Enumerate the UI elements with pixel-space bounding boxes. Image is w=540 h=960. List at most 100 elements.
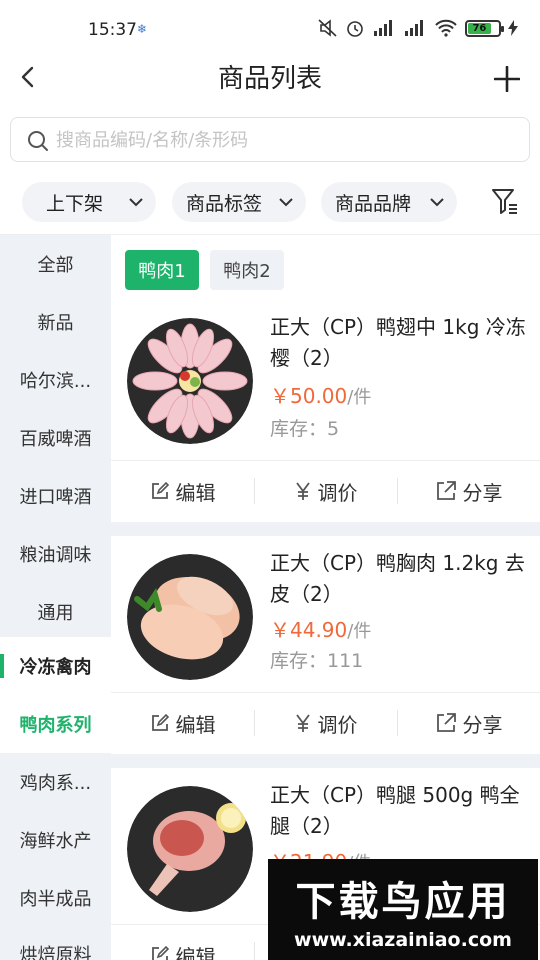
card-separator — [111, 754, 540, 768]
sidebar-item-label: 烘焙原料 — [19, 945, 92, 960]
sidebar-item-seafood[interactable]: 海鲜水产 — [0, 811, 111, 869]
sidebar-item-label: 鸭肉系列 — [19, 715, 92, 736]
sidebar-item-general[interactable]: 通用 — [0, 583, 111, 641]
watermark: 下载鸟应用 www.xiazainiao.com — [268, 859, 538, 960]
divider — [254, 710, 255, 736]
search-icon — [28, 131, 48, 151]
sidebar-item-harbin[interactable]: 哈尔滨... — [0, 351, 111, 409]
sidebar-item-new[interactable]: 新品 — [0, 293, 111, 351]
alarm-icon — [347, 21, 363, 37]
signal-2-icon — [405, 20, 423, 36]
filter-product-tag-label: 商品标签 — [186, 192, 263, 215]
share-button[interactable]: 分享 — [397, 693, 540, 753]
notification-gear-icon: ❄ — [137, 22, 148, 36]
status-bar: 15:37 ❄ 76 — [0, 0, 540, 56]
edit-icon — [151, 713, 169, 731]
product-actions: 编辑 调价 分享 — [111, 461, 540, 521]
product-actions: 编辑 调价 分享 — [111, 693, 540, 753]
product-image — [127, 554, 253, 680]
battery-level: 76 — [468, 22, 491, 34]
sidebar-item-label: 全部 — [37, 255, 74, 276]
price-unit: /件 — [347, 387, 372, 408]
price-unit: /件 — [347, 621, 372, 642]
filter-product-tag[interactable]: 商品标签 — [172, 182, 306, 222]
price-value: ￥44.90 — [270, 618, 348, 642]
page-title: 商品列表 — [217, 64, 322, 94]
sidebar-item-label: 百威啤酒 — [19, 429, 92, 450]
filter-icon[interactable] — [490, 186, 520, 218]
share-label: 分享 — [462, 480, 503, 505]
sidebar-item-label: 鸡肉系... — [19, 773, 92, 794]
product-card[interactable]: 正大（CP）鸭胸肉 1.2kg 去皮（2） ￥44.90/件 库存：111 编辑… — [111, 536, 540, 754]
chevron-down-icon — [430, 198, 444, 207]
search-bar[interactable] — [10, 117, 530, 162]
sidebar-item-duck-series[interactable]: 鸭肉系列 — [0, 695, 111, 753]
sidebar-item-semi-meat[interactable]: 肉半成品 — [0, 869, 111, 927]
sidebar-item-label: 肉半成品 — [19, 889, 92, 910]
duck-wings-image — [127, 318, 253, 444]
sidebar-item-frozen-poultry[interactable]: 冷冻禽肉 — [0, 637, 111, 695]
duck-breast-image — [127, 554, 253, 680]
sidebar-item-imported-beer[interactable]: 进口啤酒 — [0, 467, 111, 525]
chevron-down-icon — [129, 198, 143, 207]
divider — [397, 478, 398, 504]
edit-label: 编辑 — [175, 480, 216, 505]
share-label: 分享 — [462, 712, 503, 737]
mute-icon — [318, 19, 337, 37]
divider — [397, 710, 398, 736]
divider — [254, 942, 255, 960]
edit-icon — [151, 945, 169, 960]
sidebar-item-label: 哈尔滨... — [19, 371, 92, 392]
adjust-price-button[interactable]: 调价 — [254, 693, 397, 753]
edit-button[interactable]: 编辑 — [111, 925, 254, 960]
sidebar-item-budweiser[interactable]: 百威啤酒 — [0, 409, 111, 467]
yuan-icon — [295, 714, 310, 732]
yuan-icon — [295, 482, 310, 500]
sidebar-item-grain-oil[interactable]: 粮油调味 — [0, 525, 111, 583]
sidebar-item-label: 新品 — [37, 313, 74, 334]
watermark-url: www.xiazainiao.com — [294, 929, 512, 951]
product-name: 正大（CP）鸭胸肉 1.2kg 去皮（2） — [270, 551, 525, 606]
product-card[interactable]: 正大（CP）鸭翅中 1kg 冷冻樱（2） ￥50.00/件 库存：5 编辑 调价… — [111, 300, 540, 522]
category-sidebar: 全部 新品 哈尔滨... 百威啤酒 进口啤酒 粮油调味 通用 冷冻禽肉 鸭肉系列… — [0, 235, 111, 960]
sidebar-item-label: 粮油调味 — [19, 545, 92, 566]
subtab-duck-1[interactable]: 鸭肉1 — [125, 250, 199, 290]
product-price: ￥50.00/件 — [270, 380, 371, 409]
filter-on-shelf[interactable]: 上下架 — [22, 182, 156, 222]
adjust-price-button[interactable]: 调价 — [254, 461, 397, 521]
sidebar-item-label: 进口啤酒 — [19, 487, 92, 508]
sidebar-item-label: 海鲜水产 — [19, 831, 92, 852]
card-separator — [111, 522, 540, 536]
filter-product-brand[interactable]: 商品品牌 — [321, 182, 457, 222]
edit-icon — [151, 481, 169, 499]
share-button[interactable]: 分享 — [397, 461, 540, 521]
duck-leg-image — [127, 786, 253, 912]
header: 商品列表 — [0, 52, 540, 102]
filter-on-shelf-label: 上下架 — [46, 192, 104, 215]
edit-label: 编辑 — [175, 944, 216, 960]
product-image — [127, 318, 253, 444]
product-image — [127, 786, 253, 912]
edit-button[interactable]: 编辑 — [111, 461, 254, 521]
status-time: 15:37 — [88, 20, 137, 40]
share-icon — [436, 481, 456, 500]
price-value: ￥50.00 — [270, 384, 348, 408]
subtab-duck-2[interactable]: 鸭肉2 — [210, 250, 284, 290]
sidebar-item-label: 通用 — [37, 603, 74, 624]
sidebar-item-chicken-series[interactable]: 鸡肉系... — [0, 753, 111, 811]
add-icon[interactable] — [494, 66, 520, 92]
filter-product-brand-label: 商品品牌 — [335, 192, 412, 215]
search-input[interactable] — [56, 127, 516, 153]
adjust-price-label: 调价 — [317, 480, 358, 505]
battery-icon: 76 — [465, 19, 504, 37]
sidebar-item-all[interactable]: 全部 — [0, 235, 111, 293]
sidebar-item-label: 冷冻禽肉 — [19, 657, 92, 678]
sidebar-item-baking[interactable]: 烘焙原料 — [0, 925, 111, 960]
chevron-down-icon — [279, 198, 293, 207]
edit-button[interactable]: 编辑 — [111, 693, 254, 753]
adjust-price-label: 调价 — [317, 712, 358, 737]
edit-label: 编辑 — [175, 712, 216, 737]
wifi-icon — [435, 19, 457, 37]
status-icons: 76 — [318, 18, 518, 38]
product-name: 正大（CP）鸭腿 500g 鸭全腿（2） — [270, 783, 520, 838]
